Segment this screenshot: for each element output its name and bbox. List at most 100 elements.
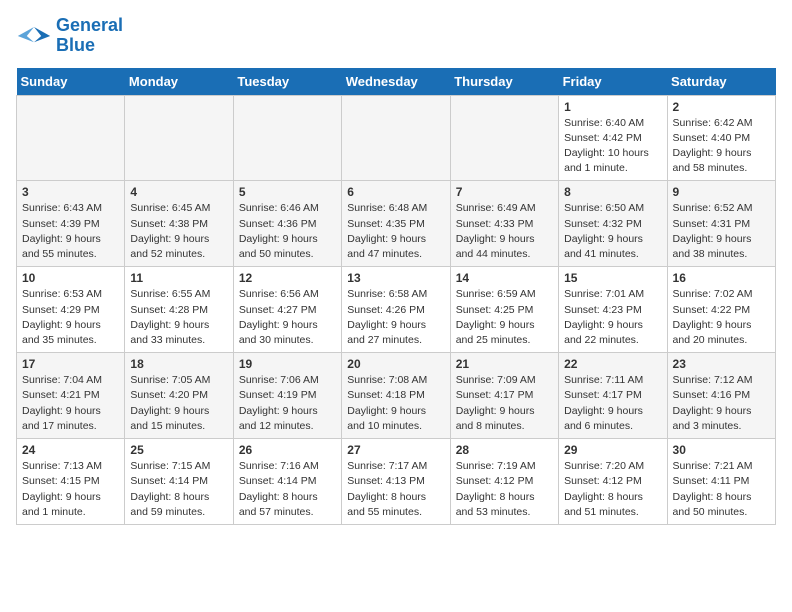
day-info: Sunrise: 7:16 AM Sunset: 4:14 PM Dayligh… <box>239 459 336 520</box>
calendar-cell: 22 Sunrise: 7:11 AM Sunset: 4:17 PM Dayli… <box>559 353 667 439</box>
calendar-cell: 12 Sunrise: 6:56 AM Sunset: 4:27 PM Dayli… <box>233 267 341 353</box>
day-info: Sunrise: 6:50 AM Sunset: 4:32 PM Dayligh… <box>564 201 661 262</box>
calendar-table: SundayMondayTuesdayWednesdayThursdayFrid… <box>16 68 776 525</box>
header-day-saturday: Saturday <box>667 68 775 96</box>
day-number: 7 <box>456 185 553 199</box>
day-number: 22 <box>564 357 661 371</box>
calendar-cell <box>17 95 125 181</box>
day-number: 2 <box>673 100 770 114</box>
calendar-cell: 15 Sunrise: 7:01 AM Sunset: 4:23 PM Dayli… <box>559 267 667 353</box>
calendar-cell: 9 Sunrise: 6:52 AM Sunset: 4:31 PM Daylig… <box>667 181 775 267</box>
logo-text: General Blue <box>56 16 123 56</box>
calendar-cell: 27 Sunrise: 7:17 AM Sunset: 4:13 PM Dayli… <box>342 439 450 525</box>
calendar-cell: 19Sunrise: 7:06 AM Sunset: 4:19 PM Dayli… <box>233 353 341 439</box>
calendar-cell: 25 Sunrise: 7:15 AM Sunset: 4:14 PM Dayli… <box>125 439 233 525</box>
calendar-cell: 11Sunrise: 6:55 AM Sunset: 4:28 PM Dayli… <box>125 267 233 353</box>
day-number: 14 <box>456 271 553 285</box>
calendar-cell: 6 Sunrise: 6:48 AM Sunset: 4:35 PM Daylig… <box>342 181 450 267</box>
logo: General Blue <box>16 16 123 56</box>
day-number: 29 <box>564 443 661 457</box>
calendar-cell: 18Sunrise: 7:05 AM Sunset: 4:20 PM Dayli… <box>125 353 233 439</box>
header-day-tuesday: Tuesday <box>233 68 341 96</box>
day-info: Sunrise: 6:59 AM Sunset: 4:25 PM Dayligh… <box>456 287 553 348</box>
calendar-cell: 16 Sunrise: 7:02 AM Sunset: 4:22 PM Dayli… <box>667 267 775 353</box>
calendar-cell: 8Sunrise: 6:50 AM Sunset: 4:32 PM Daylig… <box>559 181 667 267</box>
day-info: Sunrise: 6:49 AM Sunset: 4:33 PM Dayligh… <box>456 201 553 262</box>
calendar-cell: 30Sunrise: 7:21 AM Sunset: 4:11 PM Dayli… <box>667 439 775 525</box>
day-info: Sunrise: 6:55 AM Sunset: 4:28 PM Dayligh… <box>130 287 227 348</box>
day-info: Sunrise: 7:01 AM Sunset: 4:23 PM Dayligh… <box>564 287 661 348</box>
day-info: Sunrise: 6:58 AM Sunset: 4:26 PM Dayligh… <box>347 287 444 348</box>
day-number: 6 <box>347 185 444 199</box>
day-info: Sunrise: 7:15 AM Sunset: 4:14 PM Dayligh… <box>130 459 227 520</box>
day-info: Sunrise: 6:56 AM Sunset: 4:27 PM Dayligh… <box>239 287 336 348</box>
day-info: Sunrise: 7:12 AM Sunset: 4:16 PM Dayligh… <box>673 373 770 434</box>
calendar-cell: 13 Sunrise: 6:58 AM Sunset: 4:26 PM Dayli… <box>342 267 450 353</box>
header-day-friday: Friday <box>559 68 667 96</box>
day-number: 16 <box>673 271 770 285</box>
day-info: Sunrise: 6:48 AM Sunset: 4:35 PM Dayligh… <box>347 201 444 262</box>
header-day-monday: Monday <box>125 68 233 96</box>
day-info: Sunrise: 7:19 AM Sunset: 4:12 PM Dayligh… <box>456 459 553 520</box>
calendar-cell: 28 Sunrise: 7:19 AM Sunset: 4:12 PM Dayli… <box>450 439 558 525</box>
day-info: Sunrise: 7:06 AM Sunset: 4:19 PM Dayligh… <box>239 373 336 434</box>
day-number: 3 <box>22 185 119 199</box>
day-info: Sunrise: 6:40 AM Sunset: 4:42 PM Dayligh… <box>564 116 661 177</box>
calendar-cell <box>450 95 558 181</box>
day-number: 25 <box>130 443 227 457</box>
day-number: 24 <box>22 443 119 457</box>
calendar-cell: 26 Sunrise: 7:16 AM Sunset: 4:14 PM Dayli… <box>233 439 341 525</box>
day-info: Sunrise: 6:53 AM Sunset: 4:29 PM Dayligh… <box>22 287 119 348</box>
week-row-3: 10 Sunrise: 6:53 AM Sunset: 4:29 PM Dayli… <box>17 267 776 353</box>
calendar-cell: 7 Sunrise: 6:49 AM Sunset: 4:33 PM Daylig… <box>450 181 558 267</box>
calendar-cell: 2 Sunrise: 6:42 AM Sunset: 4:40 PM Daylig… <box>667 95 775 181</box>
day-number: 21 <box>456 357 553 371</box>
day-number: 5 <box>239 185 336 199</box>
week-row-1: 1Sunrise: 6:40 AM Sunset: 4:42 PM Daylig… <box>17 95 776 181</box>
day-info: Sunrise: 7:17 AM Sunset: 4:13 PM Dayligh… <box>347 459 444 520</box>
header: General Blue <box>16 16 776 56</box>
day-number: 26 <box>239 443 336 457</box>
day-info: Sunrise: 7:21 AM Sunset: 4:11 PM Dayligh… <box>673 459 770 520</box>
day-number: 9 <box>673 185 770 199</box>
day-info: Sunrise: 7:02 AM Sunset: 4:22 PM Dayligh… <box>673 287 770 348</box>
day-info: Sunrise: 6:43 AM Sunset: 4:39 PM Dayligh… <box>22 201 119 262</box>
day-info: Sunrise: 7:04 AM Sunset: 4:21 PM Dayligh… <box>22 373 119 434</box>
day-info: Sunrise: 7:11 AM Sunset: 4:17 PM Dayligh… <box>564 373 661 434</box>
calendar-cell: 10 Sunrise: 6:53 AM Sunset: 4:29 PM Dayli… <box>17 267 125 353</box>
logo-icon <box>16 22 52 50</box>
calendar-cell: 20Sunrise: 7:08 AM Sunset: 4:18 PM Dayli… <box>342 353 450 439</box>
day-number: 15 <box>564 271 661 285</box>
week-row-5: 24 Sunrise: 7:13 AM Sunset: 4:15 PM Dayli… <box>17 439 776 525</box>
calendar-cell <box>233 95 341 181</box>
calendar-cell: 5 Sunrise: 6:46 AM Sunset: 4:36 PM Daylig… <box>233 181 341 267</box>
day-number: 12 <box>239 271 336 285</box>
day-number: 27 <box>347 443 444 457</box>
day-info: Sunrise: 7:09 AM Sunset: 4:17 PM Dayligh… <box>456 373 553 434</box>
calendar-cell: 23 Sunrise: 7:12 AM Sunset: 4:16 PM Dayli… <box>667 353 775 439</box>
header-day-sunday: Sunday <box>17 68 125 96</box>
calendar-cell: 3 Sunrise: 6:43 AM Sunset: 4:39 PM Daylig… <box>17 181 125 267</box>
calendar-cell <box>125 95 233 181</box>
calendar-body: 1Sunrise: 6:40 AM Sunset: 4:42 PM Daylig… <box>17 95 776 524</box>
day-number: 28 <box>456 443 553 457</box>
calendar-cell: 21 Sunrise: 7:09 AM Sunset: 4:17 PM Dayli… <box>450 353 558 439</box>
day-number: 17 <box>22 357 119 371</box>
day-info: Sunrise: 6:46 AM Sunset: 4:36 PM Dayligh… <box>239 201 336 262</box>
day-info: Sunrise: 6:42 AM Sunset: 4:40 PM Dayligh… <box>673 116 770 177</box>
day-info: Sunrise: 7:13 AM Sunset: 4:15 PM Dayligh… <box>22 459 119 520</box>
week-row-2: 3 Sunrise: 6:43 AM Sunset: 4:39 PM Daylig… <box>17 181 776 267</box>
day-info: Sunrise: 6:45 AM Sunset: 4:38 PM Dayligh… <box>130 201 227 262</box>
day-info: Sunrise: 7:20 AM Sunset: 4:12 PM Dayligh… <box>564 459 661 520</box>
calendar-cell: 14 Sunrise: 6:59 AM Sunset: 4:25 PM Dayli… <box>450 267 558 353</box>
calendar-cell: 17 Sunrise: 7:04 AM Sunset: 4:21 PM Dayli… <box>17 353 125 439</box>
day-info: Sunrise: 6:52 AM Sunset: 4:31 PM Dayligh… <box>673 201 770 262</box>
day-number: 4 <box>130 185 227 199</box>
day-number: 13 <box>347 271 444 285</box>
header-day-wednesday: Wednesday <box>342 68 450 96</box>
day-number: 20 <box>347 357 444 371</box>
calendar-cell: 24 Sunrise: 7:13 AM Sunset: 4:15 PM Dayli… <box>17 439 125 525</box>
day-number: 23 <box>673 357 770 371</box>
header-row: SundayMondayTuesdayWednesdayThursdayFrid… <box>17 68 776 96</box>
day-number: 10 <box>22 271 119 285</box>
